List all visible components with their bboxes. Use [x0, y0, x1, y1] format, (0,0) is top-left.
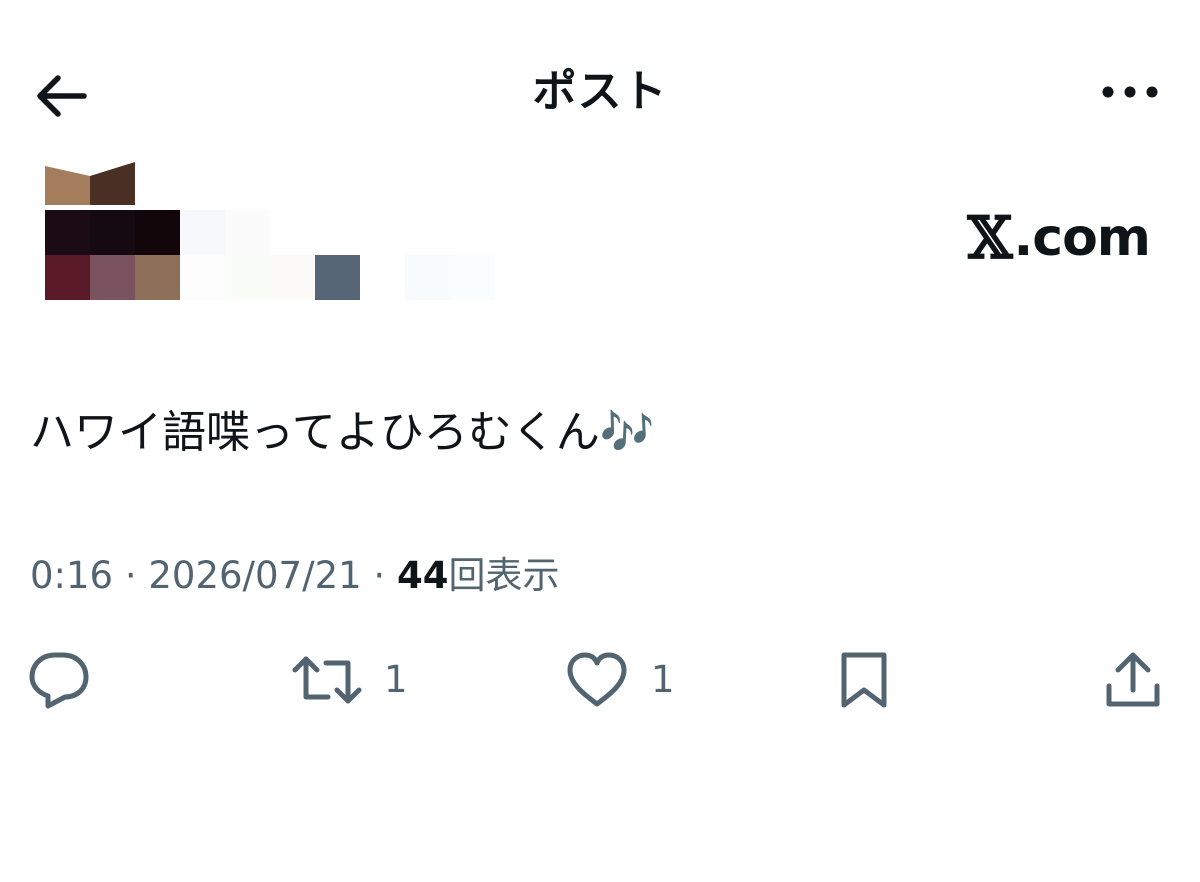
like-count: 1	[651, 658, 675, 701]
post-text: ハワイ語喋ってよひろむくん🎶	[30, 407, 655, 458]
more-horizontal-icon	[1102, 86, 1158, 98]
meta-separator: ·	[361, 554, 397, 597]
meta-separator: ·	[113, 554, 149, 597]
x-logo: 𝕏	[967, 204, 1012, 272]
post-time[interactable]: 0:16	[30, 554, 113, 597]
share-button[interactable]	[1104, 640, 1162, 720]
author-name-pixelated[interactable]	[180, 210, 510, 300]
views-label: 回表示	[448, 554, 560, 597]
post-date[interactable]: 2026/07/21	[148, 554, 361, 597]
repost-count: 1	[384, 658, 408, 701]
author-row[interactable]	[45, 160, 505, 300]
post-header: ポスト	[0, 0, 1200, 185]
views-count: 44	[396, 554, 449, 597]
watermark-domain: .com	[1013, 208, 1151, 268]
heart-icon	[567, 652, 627, 707]
reply-button[interactable]	[28, 640, 90, 720]
more-options-button[interactable]	[1090, 66, 1170, 118]
bookmark-button[interactable]	[838, 640, 890, 720]
bookmark-icon	[841, 652, 887, 708]
share-icon	[1106, 652, 1160, 707]
post-meta: 0:16 · 2026/07/21 · 44回表示	[30, 548, 559, 604]
action-bar: 1 1	[0, 640, 1200, 720]
x-com-watermark: 𝕏 .com	[967, 204, 1151, 272]
reply-icon	[29, 652, 89, 709]
avatar-pixelated[interactable]	[45, 160, 180, 300]
like-button[interactable]: 1	[565, 640, 675, 720]
repost-button[interactable]: 1	[292, 640, 408, 720]
repost-icon	[292, 656, 362, 704]
page-title: ポスト	[532, 66, 668, 117]
